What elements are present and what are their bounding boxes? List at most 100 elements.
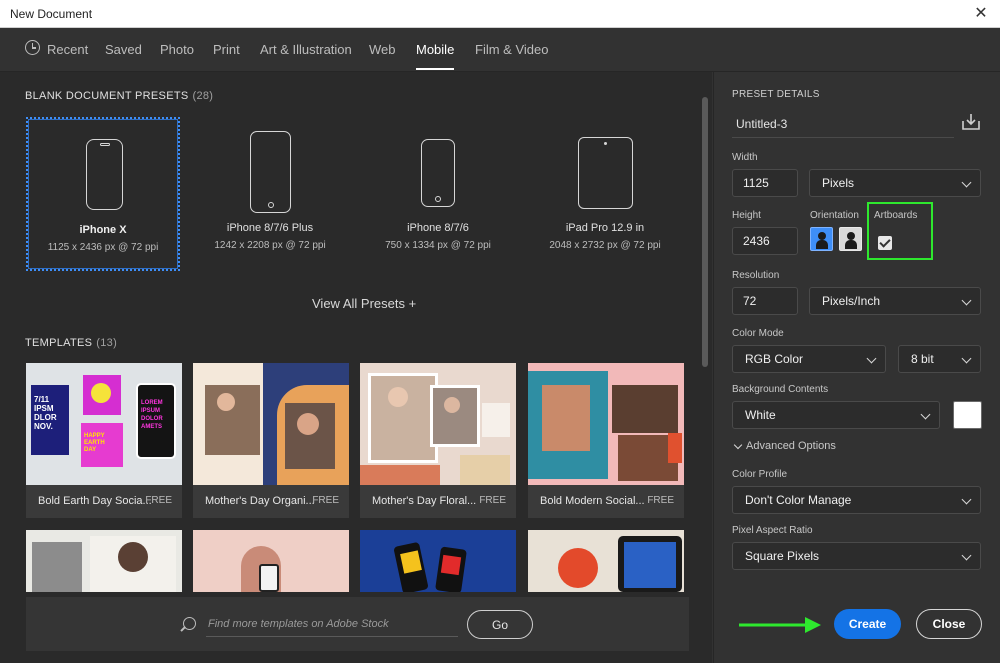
template-card-row2-2[interactable] — [193, 530, 349, 592]
preset-dims: 750 x 1334 px @ 72 ppi — [385, 240, 491, 251]
presets-heading: BLANK DOCUMENT PRESETS (28) — [25, 90, 213, 102]
tab-mobile[interactable]: Mobile — [416, 42, 454, 57]
close-button[interactable]: Close — [916, 609, 982, 639]
resolution-unit-select[interactable]: Pixels/Inch — [809, 287, 981, 315]
document-name-field[interactable]: Untitled-3 — [732, 112, 954, 138]
color-profile-label: Color Profile — [732, 469, 788, 480]
bit-depth-select[interactable]: 8 bit — [898, 345, 981, 373]
tab-film-video[interactable]: Film & Video — [475, 42, 548, 57]
template-title: Mother's Day Floral... — [372, 495, 477, 507]
presets-scrollbar[interactable] — [700, 87, 710, 602]
stock-search-bar: Go — [26, 597, 689, 651]
tab-print[interactable]: Print — [213, 42, 240, 57]
resolution-input[interactable]: 72 — [732, 287, 798, 315]
preset-dims: 1125 x 2436 px @ 72 ppi — [47, 242, 159, 253]
tab-art-illustration[interactable]: Art & Illustration — [260, 42, 352, 57]
width-label: Width — [732, 152, 758, 163]
templates-count: (13) — [96, 337, 118, 349]
scrollbar-thumb[interactable] — [702, 97, 708, 367]
thumb-lorem-text: LOREM IPSUM DOLOR AMETS — [136, 383, 176, 459]
templates-title: TEMPLATES — [25, 337, 93, 349]
templates-heading: TEMPLATES (13) — [25, 337, 117, 349]
create-button[interactable]: Create — [834, 609, 901, 639]
color-profile-select[interactable]: Don't Color Manage — [732, 486, 981, 514]
color-mode-select[interactable]: RGB Color — [732, 345, 886, 373]
save-preset-icon[interactable] — [961, 112, 981, 132]
presets-panel: BLANK DOCUMENT PRESETS (28) iPhone X 1125… — [0, 72, 712, 663]
tablet-outline-icon — [578, 137, 633, 209]
preset-dims: 2048 x 2732 px @ 72 ppi — [549, 240, 661, 251]
resolution-label: Resolution — [732, 270, 780, 281]
stock-search-input[interactable] — [206, 611, 458, 637]
search-icon — [183, 617, 196, 630]
template-thumbnail — [360, 363, 516, 485]
background-contents-select[interactable]: White — [732, 401, 940, 429]
template-title: Bold Earth Day Socia... — [38, 495, 152, 507]
go-button[interactable]: Go — [467, 610, 533, 639]
background-color-swatch[interactable] — [953, 401, 982, 429]
template-card-bold-modern-social[interactable]: Bold Modern Social... FREE — [528, 363, 684, 518]
template-thumbnail — [528, 363, 684, 485]
tab-recent[interactable]: Recent — [47, 42, 88, 57]
template-thumbnail — [193, 363, 349, 485]
landscape-orientation-button[interactable] — [839, 227, 862, 251]
person-icon — [817, 232, 826, 240]
presets-count: (28) — [192, 90, 214, 102]
portrait-orientation-button[interactable] — [810, 227, 833, 251]
width-unit-value: Pixels — [822, 176, 855, 190]
color-mode-value: RGB Color — [745, 352, 804, 366]
bit-depth-value: 8 bit — [911, 352, 934, 366]
preset-iphone-x[interactable]: iPhone X 1125 x 2436 px @ 72 ppi — [26, 117, 180, 271]
template-thumbnail: 7/11 IPSM DLOR NOV. HAPPY EARTH DAY LORE… — [26, 363, 182, 485]
title-bar: New Document ✕ — [0, 0, 1000, 28]
preset-dims: 1242 x 2208 px @ 72 ppi — [214, 240, 326, 251]
advanced-options-toggle[interactable]: Advanced Options — [746, 440, 836, 452]
template-card-row2-1[interactable] — [26, 530, 182, 592]
chevron-down-icon — [961, 353, 972, 364]
template-card-mothers-day-organic[interactable]: Mother's Day Organi... FREE — [193, 363, 349, 518]
template-card-row2-4[interactable] — [528, 530, 684, 592]
resolution-unit-value: Pixels/Inch — [822, 294, 881, 308]
height-input[interactable]: 2436 — [732, 227, 798, 255]
green-arrow-annotation — [739, 617, 821, 633]
preset-name: iPhone 8/7/6 — [407, 222, 469, 234]
height-label: Height — [732, 210, 761, 221]
preset-details-heading: PRESET DETAILS — [732, 89, 820, 100]
tab-web[interactable]: Web — [369, 42, 396, 57]
chevron-down-icon[interactable] — [733, 440, 743, 450]
thumb-happy-text: HAPPY EARTH DAY — [81, 423, 123, 467]
tab-photo[interactable]: Photo — [160, 42, 194, 57]
preset-iphone-8-plus[interactable]: iPhone 8/7/6 Plus 1242 x 2208 px @ 72 pp… — [193, 117, 347, 271]
preset-details-panel: PRESET DETAILS Untitled-3 Width 1125 Pix… — [713, 72, 1000, 663]
background-contents-label: Background Contents — [732, 384, 829, 395]
orientation-label: Orientation — [810, 210, 859, 221]
phone-outline-icon — [421, 139, 455, 207]
chevron-down-icon — [961, 494, 972, 505]
width-input[interactable]: 1125 — [732, 169, 798, 197]
presets-title: BLANK DOCUMENT PRESETS — [25, 90, 189, 102]
phone-outline-icon — [250, 131, 291, 213]
window-close-icon[interactable]: ✕ — [970, 3, 992, 25]
template-card-row2-3[interactable] — [360, 530, 516, 592]
preset-iphone-8[interactable]: iPhone 8/7/6 750 x 1334 px @ 72 ppi — [361, 117, 515, 271]
pixel-aspect-ratio-select[interactable]: Square Pixels — [732, 542, 981, 570]
thumb-panel-text: 7/11 IPSM DLOR NOV. — [31, 385, 69, 455]
template-free-badge: FREE — [479, 495, 506, 506]
template-free-badge: FREE — [145, 495, 172, 506]
width-unit-select[interactable]: Pixels — [809, 169, 981, 197]
chevron-down-icon — [866, 353, 877, 364]
template-free-badge: FREE — [312, 495, 339, 506]
pixel-aspect-ratio-value: Square Pixels — [745, 549, 820, 563]
template-card-mothers-day-floral[interactable]: Mother's Day Floral... FREE — [360, 363, 516, 518]
background-contents-value: White — [745, 408, 776, 422]
phone-outline-icon — [86, 139, 123, 210]
artboards-checkbox[interactable] — [878, 236, 892, 250]
template-card-earth-day[interactable]: 7/11 IPSM DLOR NOV. HAPPY EARTH DAY LORE… — [26, 363, 182, 518]
view-all-presets-link[interactable]: View All Presets + — [312, 296, 416, 311]
template-title: Bold Modern Social... — [540, 495, 645, 507]
chevron-down-icon — [920, 409, 931, 420]
preset-ipad-pro[interactable]: iPad Pro 12.9 in 2048 x 2732 px @ 72 ppi — [528, 117, 682, 271]
color-profile-value: Don't Color Manage — [745, 493, 852, 507]
artboards-label: Artboards — [874, 210, 918, 221]
tab-saved[interactable]: Saved — [105, 42, 142, 57]
